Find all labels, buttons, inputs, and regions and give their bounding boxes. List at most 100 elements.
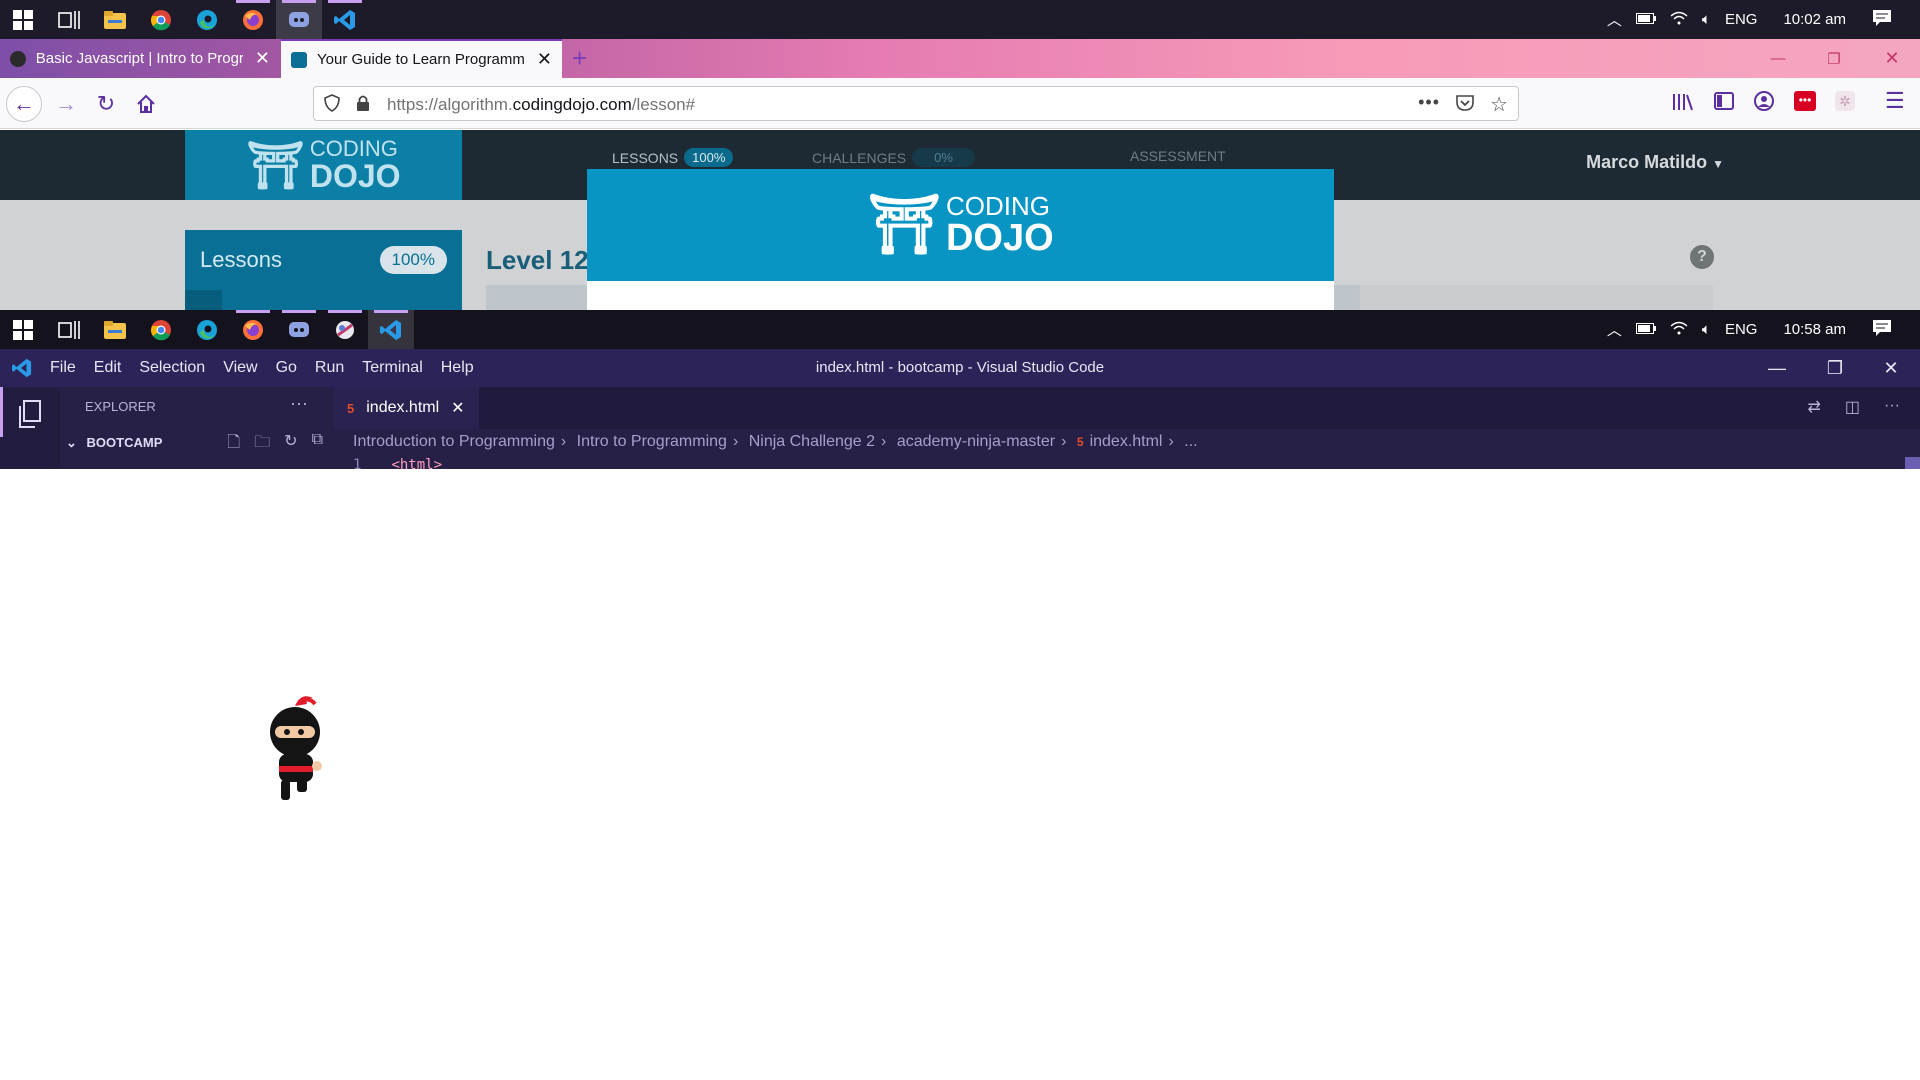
battery-icon[interactable] — [1635, 321, 1656, 338]
nav-lessons[interactable]: LESSONS 100% — [612, 148, 734, 167]
browser-tab-coding-dojo[interactable]: Your Guide to Learn Programmi ✕ — [281, 39, 562, 78]
editor-tab-index-html[interactable]: 5 index.html ✕ — [333, 387, 479, 429]
home-icon[interactable] — [128, 86, 164, 122]
snipping-tool-icon[interactable] — [322, 310, 368, 349]
url-text[interactable]: https://algorithm.codingdojo.com/lesson# — [387, 95, 695, 115]
menu-help[interactable]: Help — [441, 359, 474, 377]
editor-actions: ⇄ ◫ ··· — [1807, 397, 1900, 417]
system-tray: ︿ 🔈︎ ENG 10:02 am — [1607, 0, 1920, 39]
new-file-icon[interactable]: 🗋︎ — [227, 431, 240, 458]
chrome-icon[interactable] — [138, 310, 184, 349]
page-actions-icon[interactable]: ••• — [1418, 92, 1440, 113]
restore-icon[interactable]: ❐ — [1806, 349, 1864, 387]
wifi-icon[interactable] — [1670, 11, 1688, 29]
menu-selection[interactable]: Selection — [139, 359, 205, 377]
nav-assessment[interactable]: ASSESSMENT — [1130, 148, 1226, 164]
close-tab-icon[interactable]: ✕ — [537, 49, 552, 70]
activity-bar — [0, 387, 60, 469]
battery-icon[interactable] — [1635, 11, 1656, 28]
explorer-files-icon[interactable] — [17, 400, 43, 433]
task-view-icon[interactable] — [46, 0, 92, 39]
notification-icon[interactable] — [1872, 319, 1892, 341]
scrollbar[interactable] — [1905, 457, 1920, 469]
browser-tab-basic-javascript[interactable]: Basic Javascript | Intro to Progra ✕ — [0, 39, 280, 78]
editor-tab-bar: 5 index.html ✕ ⇄ ◫ ··· — [333, 387, 1920, 429]
file-explorer-icon[interactable] — [92, 310, 138, 349]
breadcrumb-item[interactable]: index.html — [1090, 433, 1163, 450]
breadcrumb-item[interactable]: ... — [1184, 433, 1197, 450]
language-indicator[interactable]: ENG — [1725, 321, 1758, 338]
extension-lastpass-icon[interactable]: ••• — [1794, 91, 1816, 111]
menu-go[interactable]: Go — [276, 359, 297, 377]
refresh-icon[interactable]: ↻ — [284, 431, 297, 458]
new-tab-icon[interactable]: + — [572, 43, 587, 74]
language-indicator[interactable]: ENG — [1725, 11, 1758, 28]
close-tab-icon[interactable]: ✕ — [451, 398, 464, 418]
collapse-all-icon[interactable]: ⧉ — [312, 431, 323, 458]
bookmark-star-icon[interactable]: ☆ — [1490, 92, 1508, 117]
menu-run[interactable]: Run — [315, 359, 344, 377]
account-icon[interactable] — [1754, 91, 1774, 116]
help-icon[interactable]: ? — [1690, 245, 1714, 269]
lessons-progress-badge: 100% — [379, 246, 447, 274]
discord-icon[interactable] — [276, 310, 322, 349]
extension-icon[interactable]: ✲ — [1835, 91, 1855, 111]
close-tab-icon[interactable]: ✕ — [255, 48, 270, 69]
minimize-icon[interactable]: — — [1750, 39, 1806, 78]
close-window-icon[interactable]: ✕ — [1862, 349, 1920, 387]
volume-icon[interactable]: 🔈︎ — [1702, 321, 1711, 338]
wifi-icon[interactable] — [1670, 321, 1688, 339]
notification-icon[interactable] — [1872, 9, 1892, 31]
minimize-icon[interactable]: — — [1748, 349, 1806, 387]
close-window-icon[interactable]: ✕ — [1864, 39, 1920, 78]
t-diagram-tab[interactable] — [1360, 285, 1713, 310]
restore-icon[interactable]: ❐ — [1806, 39, 1862, 78]
new-folder-icon[interactable]: 🗀︎ — [254, 431, 270, 458]
breadcrumb-item[interactable]: Intro to Programming — [577, 433, 727, 450]
hamburger-menu-icon[interactable]: ☰ — [1885, 88, 1905, 114]
start-icon[interactable] — [0, 0, 46, 39]
site-logo[interactable]: ⛩︎ CODING DOJO — [185, 130, 462, 200]
reload-icon[interactable]: ↻ — [88, 86, 124, 122]
code-line[interactable]: 1 <html> — [353, 457, 442, 469]
compare-changes-icon[interactable]: ⇄ — [1807, 397, 1820, 417]
vscode-icon[interactable] — [368, 310, 414, 349]
user-menu[interactable]: Marco Matildo ▼ — [1586, 152, 1724, 173]
edge-icon[interactable] — [184, 310, 230, 349]
tab-label: index.html — [366, 399, 440, 416]
shield-icon[interactable] — [324, 94, 340, 117]
back-arrow-icon[interactable]: ← — [6, 86, 42, 122]
menu-view[interactable]: View — [223, 359, 257, 377]
address-bar[interactable]: https://algorithm.codingdojo.com/lesson#… — [313, 86, 1519, 121]
more-actions-icon[interactable]: ··· — [290, 393, 308, 414]
library-icon[interactable] — [1672, 92, 1694, 117]
chevron-up-icon[interactable]: ︿ — [1607, 9, 1622, 30]
start-icon[interactable] — [0, 310, 46, 349]
breadcrumb-item[interactable]: academy-ninja-master — [897, 433, 1055, 450]
pocket-icon[interactable] — [1456, 95, 1474, 116]
menu-edit[interactable]: Edit — [94, 359, 122, 377]
vscode-icon[interactable] — [322, 0, 368, 39]
firefox-icon[interactable] — [230, 0, 276, 39]
lock-icon[interactable] — [356, 94, 370, 117]
split-editor-icon[interactable]: ◫ — [1845, 397, 1860, 417]
file-explorer-icon[interactable] — [92, 0, 138, 39]
clock[interactable]: 10:58 am — [1783, 321, 1846, 338]
menu-terminal[interactable]: Terminal — [362, 359, 422, 377]
task-view-icon[interactable] — [46, 310, 92, 349]
chevron-up-icon[interactable]: ︿ — [1607, 319, 1622, 340]
firefox-icon[interactable] — [230, 310, 276, 349]
clock[interactable]: 10:02 am — [1783, 11, 1846, 28]
discord-icon[interactable] — [276, 0, 322, 39]
sidebar-icon[interactable] — [1714, 92, 1734, 115]
more-actions-icon[interactable]: ··· — [1884, 397, 1900, 417]
forward-arrow-icon[interactable]: → — [48, 86, 84, 122]
nav-challenges[interactable]: CHALLENGES 0% — [812, 148, 975, 167]
breadcrumb-item[interactable]: Ninja Challenge 2 — [749, 433, 875, 450]
edge-icon[interactable] — [184, 0, 230, 39]
volume-icon[interactable]: 🔈︎ — [1702, 11, 1711, 28]
breadcrumb-item[interactable]: Introduction to Programming — [353, 433, 555, 450]
chrome-icon[interactable] — [138, 0, 184, 39]
menu-file[interactable]: File — [50, 359, 76, 377]
workspace-folder[interactable]: ⌄ BOOTCAMP — [66, 435, 162, 451]
